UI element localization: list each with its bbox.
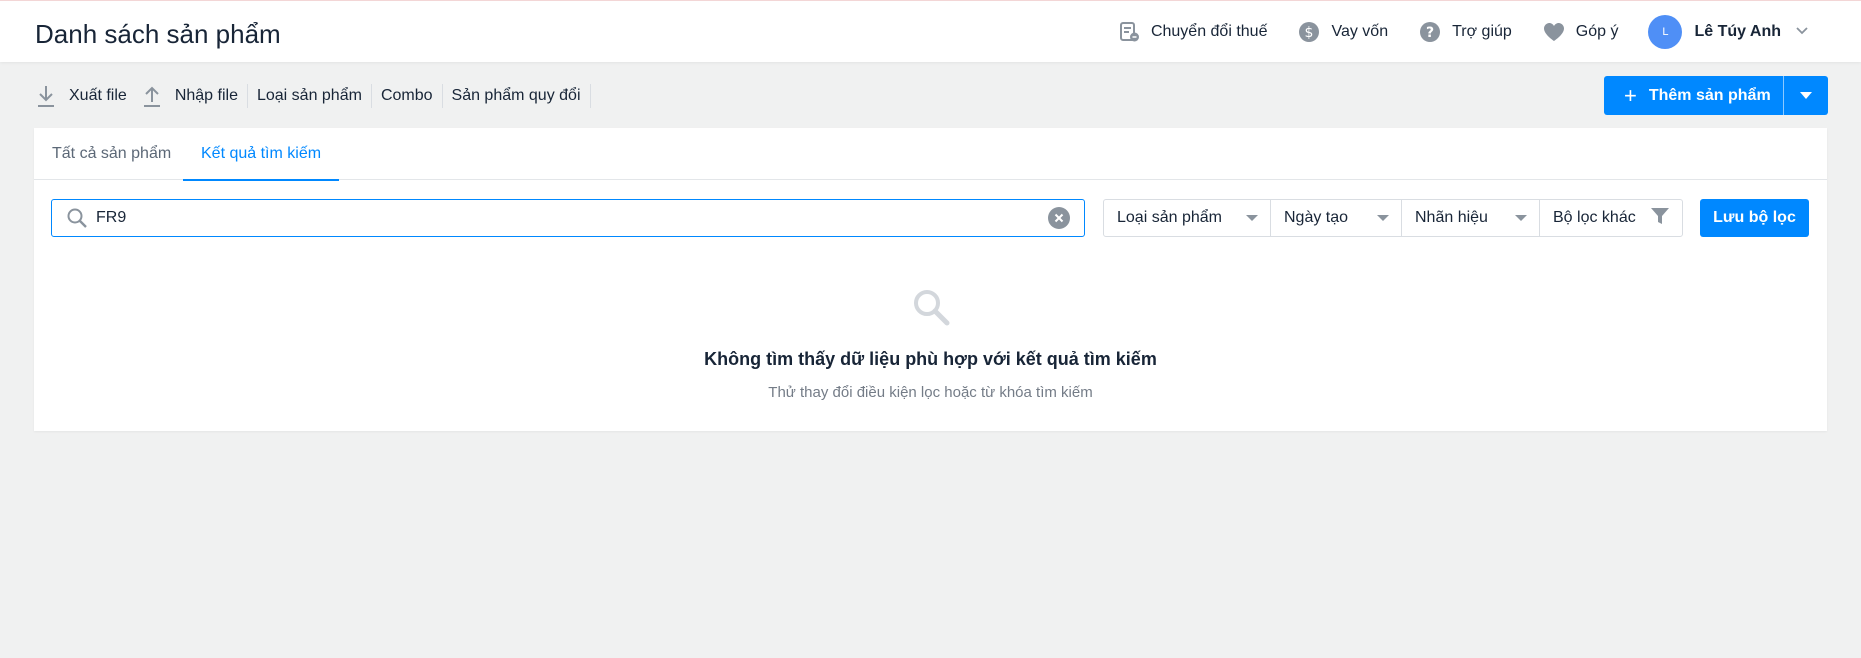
- filter-product-category[interactable]: Loại sản phẩm: [1104, 200, 1271, 236]
- filter-label: Bộ lọc khác: [1553, 209, 1636, 226]
- product-list-card: Tất cả sản phẩm Kết quả tìm kiếm Loại sả…: [34, 128, 1827, 431]
- plus-icon: +: [1624, 82, 1637, 108]
- help-button[interactable]: ? Trợ giúp: [1418, 20, 1512, 44]
- close-icon: [1054, 213, 1064, 223]
- toolbar-divider: [246, 84, 248, 108]
- empty-state-subtitle: Thử thay đổi điều kiện lọc hoặc từ khóa …: [768, 384, 1093, 401]
- add-product-label: Thêm sản phẩm: [1648, 86, 1771, 104]
- filter-brand[interactable]: Nhãn hiệu: [1402, 200, 1540, 236]
- tax-convert-label: Chuyển đổi thuế: [1150, 23, 1268, 40]
- top-bar: Danh sách sản phẩm Chuyển đổi thuế $ Vay…: [0, 0, 1861, 62]
- toolbar: Xuất file Nhập file Loại sản phẩm Combo …: [35, 78, 600, 114]
- toolbar-divider: [441, 84, 443, 108]
- tab-search-results[interactable]: Kết quả tìm kiếm: [183, 128, 340, 181]
- filter-label: Nhãn hiệu: [1415, 209, 1488, 226]
- tab-bar: Tất cả sản phẩm Kết quả tìm kiếm: [34, 128, 1827, 181]
- search-box: [51, 199, 1085, 237]
- svg-text:?: ?: [1426, 25, 1434, 41]
- filter-label: Ngày tạo: [1284, 209, 1349, 226]
- combo-button[interactable]: Combo: [381, 83, 433, 109]
- toolbar-divider: [589, 84, 591, 108]
- caret-down-icon: [1515, 215, 1527, 221]
- tax-convert-button[interactable]: Chuyển đổi thuế: [1117, 20, 1268, 44]
- filter-icon: [1650, 207, 1670, 230]
- tab-all-products[interactable]: Tất cả sản phẩm: [52, 128, 171, 180]
- caret-down-icon: [1377, 215, 1389, 221]
- upload-icon: [141, 83, 163, 109]
- caret-down-icon: [1246, 215, 1258, 221]
- add-product-dropdown[interactable]: [1784, 76, 1828, 115]
- dollar-icon: $: [1297, 20, 1321, 44]
- clear-search-button[interactable]: [1048, 207, 1070, 229]
- conversion-product-label: Sản phẩm quy đổi: [451, 87, 581, 104]
- loan-button[interactable]: $ Vay vốn: [1297, 20, 1388, 44]
- filter-label: Loại sản phẩm: [1117, 209, 1222, 226]
- help-label: Trợ giúp: [1452, 23, 1512, 40]
- export-file-label: Xuất file: [69, 87, 127, 104]
- svg-text:$: $: [1305, 25, 1314, 41]
- product-category-label: Loại sản phẩm: [256, 87, 362, 104]
- add-product-button[interactable]: + Thêm sản phẩm: [1604, 76, 1828, 115]
- product-category-button[interactable]: Loại sản phẩm: [257, 83, 362, 109]
- loan-label: Vay vốn: [1331, 23, 1389, 40]
- toolbar-divider: [370, 84, 372, 108]
- chevron-down-icon: [1795, 23, 1809, 41]
- filter-created-date[interactable]: Ngày tạo: [1271, 200, 1402, 236]
- tax-convert-icon: [1117, 20, 1141, 44]
- user-name: Lê Túy Anh: [1694, 23, 1781, 40]
- import-file-label: Nhập file: [174, 87, 238, 104]
- add-product-main[interactable]: + Thêm sản phẩm: [1604, 76, 1783, 115]
- filter-other[interactable]: Bộ lọc khác: [1540, 200, 1682, 236]
- download-icon: [35, 83, 57, 109]
- feedback-label: Góp ý: [1575, 23, 1619, 40]
- search-icon: [911, 287, 951, 327]
- save-filter-button[interactable]: Lưu bộ lọc: [1700, 199, 1809, 237]
- conversion-product-button[interactable]: Sản phẩm quy đổi: [452, 83, 581, 109]
- empty-state-title: Không tìm thấy dữ liệu phù hợp với kết q…: [704, 349, 1157, 369]
- search-input[interactable]: [96, 209, 1048, 227]
- help-icon: ?: [1418, 20, 1442, 44]
- filter-group: Loại sản phẩm Ngày tạo Nhãn hiệu Bộ lọc …: [1103, 199, 1683, 237]
- top-actions: Chuyển đổi thuế $ Vay vốn ? Trợ giúp Góp…: [1117, 1, 1861, 63]
- user-menu[interactable]: L Lê Túy Anh: [1648, 15, 1809, 49]
- feedback-button[interactable]: Góp ý: [1542, 20, 1619, 44]
- combo-label: Combo: [380, 87, 433, 104]
- import-file-button[interactable]: Nhập file: [141, 83, 238, 109]
- page-title: Danh sách sản phẩm: [35, 19, 281, 49]
- search-icon: [66, 207, 88, 229]
- avatar: L: [1648, 15, 1683, 49]
- export-file-button[interactable]: Xuất file: [35, 83, 127, 109]
- heart-icon: [1542, 20, 1566, 44]
- caret-down-icon: [1800, 87, 1812, 105]
